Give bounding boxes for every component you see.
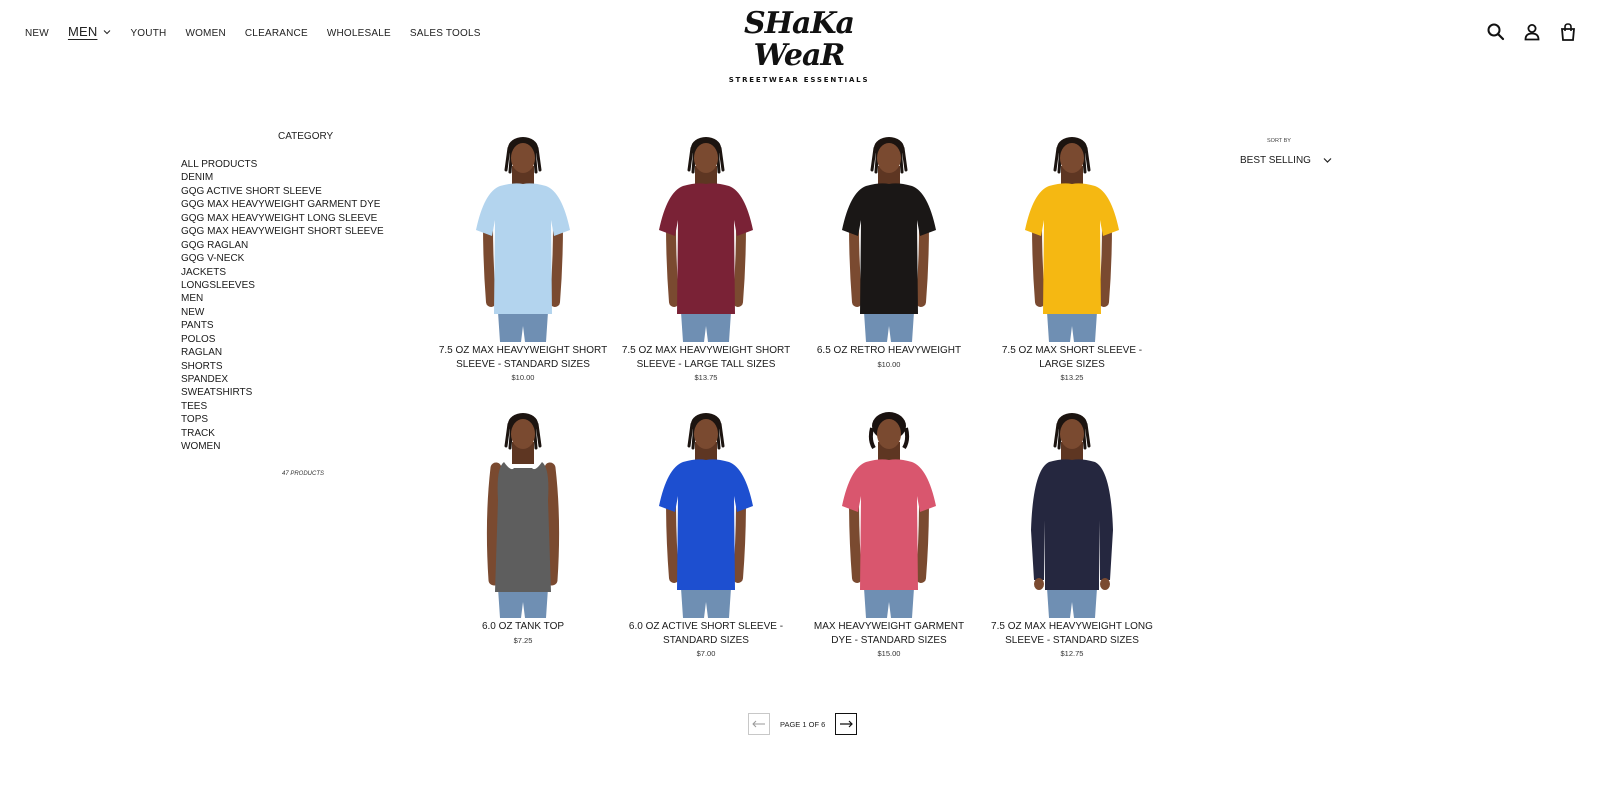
product-image[interactable] — [641, 134, 771, 342]
sort-label: SORT BY — [1267, 138, 1291, 144]
cart-icon[interactable] — [1558, 22, 1578, 42]
product-count: 47 PRODUCTS — [282, 471, 325, 477]
logo[interactable]: SHaKa WeaR STREETWEAR ESSENTIALS — [728, 8, 870, 85]
site-header: NEW MEN YOUTH WOMEN CLEARANCE WHOLESALE … — [0, 0, 1600, 85]
nav-item-men-label: MEN — [67, 24, 98, 39]
category-item[interactable]: GQG MAX HEAVYWEIGHT LONG SLEEVE — [181, 212, 384, 225]
product-card[interactable]: 7.5 OZ MAX SHORT SLEEVE - LARGE SIZES $13… — [987, 134, 1157, 382]
account-icon[interactable] — [1522, 22, 1542, 42]
product-price: $13.25 — [1060, 373, 1084, 382]
product-card[interactable]: 6.5 OZ RETRO HEAVYWEIGHT $10.00 — [804, 134, 974, 369]
category-item[interactable]: GQG V-NECK — [181, 252, 384, 265]
category-item[interactable]: WOMEN — [181, 440, 384, 453]
product-image[interactable] — [824, 134, 954, 342]
product-card[interactable]: 6.0 OZ ACTIVE SHORT SLEEVE - STANDARD SI… — [621, 410, 791, 658]
product-title[interactable]: 7.5 OZ MAX HEAVYWEIGHT SHORT SLEEVE - ST… — [438, 344, 608, 371]
logo-tagline: STREETWEAR ESSENTIALS — [728, 76, 870, 84]
category-title: CATEGORY — [278, 131, 334, 142]
category-item[interactable]: JACKETS — [181, 266, 384, 279]
product-price: $15.00 — [877, 649, 901, 658]
product-title[interactable]: 7.5 OZ MAX HEAVYWEIGHT LONG SLEEVE - STA… — [987, 620, 1157, 647]
category-item[interactable]: SWEATSHIRTS — [181, 386, 384, 399]
product-card[interactable]: 6.0 OZ TANK TOP $7.25 — [438, 410, 608, 645]
product-image[interactable] — [1007, 134, 1137, 342]
nav-item-wholesale[interactable]: WHOLESALE — [327, 28, 391, 39]
product-image[interactable] — [641, 410, 771, 618]
chevron-down-icon — [104, 29, 111, 34]
category-item[interactable]: NEW — [181, 306, 384, 319]
product-title[interactable]: 6.5 OZ RETRO HEAVYWEIGHT — [804, 344, 974, 358]
header-actions — [1470, 22, 1578, 42]
nav-item-youth[interactable]: YOUTH — [130, 28, 166, 39]
category-item[interactable]: RAGLAN — [181, 346, 384, 359]
page-indicator: PAGE 1 OF 6 — [780, 719, 826, 729]
product-image[interactable] — [824, 410, 954, 618]
product-image[interactable] — [458, 410, 588, 618]
product-image[interactable] — [458, 134, 588, 342]
product-price: $10.00 — [511, 373, 535, 382]
category-item[interactable]: ALL PRODUCTS — [181, 158, 384, 171]
nav-item-new[interactable]: NEW — [25, 28, 49, 39]
nav-item-sales-tools[interactable]: SALES TOOLS — [410, 28, 481, 39]
main-nav: NEW MEN YOUTH WOMEN CLEARANCE WHOLESALE … — [25, 24, 500, 39]
category-item[interactable]: GQG MAX HEAVYWEIGHT SHORT SLEEVE — [181, 225, 384, 238]
category-item[interactable]: GQG ACTIVE SHORT SLEEVE — [181, 185, 384, 198]
category-item[interactable]: POLOS — [181, 333, 384, 346]
product-card[interactable]: 7.5 OZ MAX HEAVYWEIGHT LONG SLEEVE - STA… — [987, 410, 1157, 658]
category-item[interactable]: MEN — [181, 292, 384, 305]
pagination: PAGE 1 OF 6 — [748, 713, 858, 735]
category-item[interactable]: PANTS — [181, 319, 384, 332]
nav-item-men[interactable]: MEN — [68, 24, 112, 39]
category-item[interactable]: TOPS — [181, 413, 384, 426]
nav-item-clearance[interactable]: CLEARANCE — [245, 28, 308, 39]
product-price: $10.00 — [877, 359, 901, 369]
nav-item-women[interactable]: WOMEN — [185, 28, 225, 39]
next-page-button[interactable] — [835, 713, 858, 735]
category-item[interactable]: GQG RAGLAN — [181, 239, 384, 252]
category-item[interactable]: DENIM — [181, 171, 384, 184]
product-title[interactable]: 7.5 OZ MAX HEAVYWEIGHT SHORT SLEEVE - LA… — [621, 344, 791, 371]
category-list: ALL PRODUCTS DENIM GQG ACTIVE SHORT SLEEVE… — [181, 158, 384, 454]
sort-selected-value: BEST SELLING — [1240, 155, 1311, 166]
product-title[interactable]: 7.5 OZ MAX SHORT SLEEVE - LARGE SIZES — [987, 344, 1157, 371]
logo-wordmark: SHaKa WeaR — [744, 6, 855, 73]
prev-page-button[interactable] — [748, 713, 770, 735]
product-price: $13.75 — [694, 373, 718, 382]
product-price: $7.00 — [696, 649, 716, 658]
search-icon[interactable] — [1486, 22, 1506, 42]
category-item[interactable]: GQG MAX HEAVYWEIGHT GARMENT DYE — [181, 198, 384, 211]
category-item[interactable]: TEES — [181, 400, 384, 413]
product-price: $7.25 — [513, 635, 533, 645]
product-title[interactable]: 6.0 OZ TANK TOP — [438, 620, 608, 634]
arrow-right-icon — [840, 720, 854, 728]
product-image[interactable] — [1007, 410, 1137, 618]
product-title[interactable]: MAX HEAVYWEIGHT GARMENT DYE - STANDARD S… — [804, 620, 974, 647]
product-card[interactable]: 7.5 OZ MAX HEAVYWEIGHT SHORT SLEEVE - LA… — [621, 134, 791, 382]
category-item[interactable]: LONGSLEEVES — [181, 279, 384, 292]
chevron-down-icon — [1323, 158, 1332, 163]
product-card[interactable]: 7.5 OZ MAX HEAVYWEIGHT SHORT SLEEVE - ST… — [438, 134, 608, 382]
category-item[interactable]: TRACK — [181, 427, 384, 440]
arrow-left-icon — [752, 720, 765, 728]
category-item[interactable]: SHORTS — [181, 360, 384, 373]
product-price: $12.75 — [1060, 649, 1084, 658]
category-item[interactable]: SPANDEX — [181, 373, 384, 386]
product-card[interactable]: MAX HEAVYWEIGHT GARMENT DYE - STANDARD S… — [804, 410, 974, 658]
sort-select[interactable]: BEST SELLING — [1240, 155, 1332, 166]
product-title[interactable]: 6.0 OZ ACTIVE SHORT SLEEVE - STANDARD SI… — [621, 620, 791, 647]
